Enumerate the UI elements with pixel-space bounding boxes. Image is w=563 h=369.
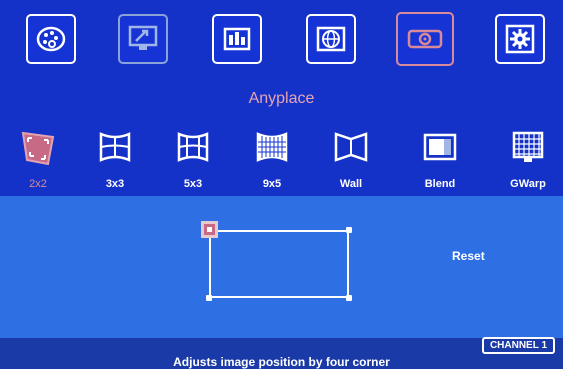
globe-icon: [316, 26, 346, 52]
gear-button[interactable]: [495, 14, 545, 64]
blend-icon: [423, 133, 457, 161]
mode-label: Blend: [424, 178, 456, 190]
mode-2x2[interactable]: 2x2: [3, 128, 73, 192]
channel-badge: CHANNEL 1: [481, 337, 555, 354]
mode-wall[interactable]: Wall: [316, 128, 386, 192]
layout-bars-button[interactable]: [212, 14, 262, 64]
reset-button[interactable]: Reset: [452, 249, 485, 263]
projector-button[interactable]: [396, 12, 454, 66]
mode-label: 9x5: [262, 178, 282, 190]
globe-button[interactable]: [306, 14, 356, 64]
display-settings-button[interactable]: [118, 14, 168, 64]
mode-label: GWarp: [510, 178, 546, 190]
wall-icon: [334, 132, 368, 162]
palette-button[interactable]: [26, 14, 76, 64]
grid-9x5-icon: [256, 132, 288, 162]
projector-icon: [407, 29, 443, 49]
layout-bars-icon: [223, 27, 251, 51]
display-settings-icon: [128, 25, 158, 50]
palette-icon: [36, 26, 66, 52]
status-text: Adjusts image position by four corner: [173, 355, 390, 369]
corner-handle-top-right[interactable]: [346, 227, 352, 233]
mode-blend[interactable]: Blend: [405, 128, 475, 192]
mode-gwarp[interactable]: GWarp: [493, 128, 563, 192]
mode-9x5[interactable]: 9x5: [237, 128, 307, 192]
corner-handle-bottom-left[interactable]: [206, 295, 212, 301]
gear-icon: [505, 24, 535, 54]
grid-5x3-icon: [177, 132, 209, 162]
mode-label: 2x2: [29, 178, 47, 190]
top-icon-row: [0, 12, 563, 80]
mode-5x3[interactable]: 5x3: [158, 128, 228, 192]
grid-3x3-icon: [99, 132, 131, 162]
top-panel: Anyplace 2x2 3x3 5x3 9x5 Wall Blend GWar…: [0, 0, 563, 196]
corner-quad-icon: [21, 131, 55, 166]
corner-handle-bottom-right[interactable]: [346, 295, 352, 301]
mode-label: 3x3: [105, 178, 125, 190]
section-title: Anyplace: [248, 90, 315, 107]
gwarp-icon: [512, 131, 544, 162]
mode-label: Wall: [339, 178, 363, 190]
mode-3x3[interactable]: 3x3: [80, 128, 150, 192]
projection-outline: [209, 230, 349, 298]
mode-row: 2x2 3x3 5x3 9x5 Wall Blend GWarp: [0, 128, 563, 194]
corner-handle-top-left-selected[interactable]: [201, 221, 218, 238]
mode-label: 5x3: [183, 178, 203, 190]
